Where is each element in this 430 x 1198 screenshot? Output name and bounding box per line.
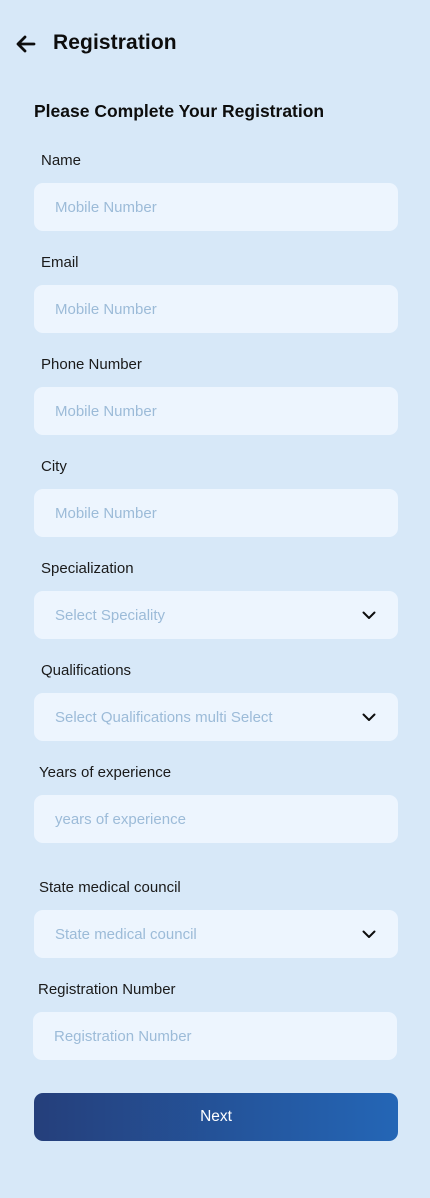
email-label: Email	[41, 254, 79, 271]
phone-placeholder: Mobile Number	[55, 402, 157, 420]
form-heading: Please Complete Your Registration	[34, 101, 325, 121]
specialization-label: Specialization	[41, 560, 134, 577]
name-label: Name	[41, 152, 82, 169]
registration-number-label: Registration Number	[38, 981, 176, 998]
experience-placeholder: years of experience	[55, 810, 186, 828]
name-placeholder: Mobile Number	[55, 198, 157, 216]
phone-label: Phone Number	[41, 356, 142, 373]
email-field[interactable]: Mobile Number	[34, 285, 398, 333]
registration-number-field[interactable]: Registration Number	[33, 1012, 397, 1060]
registration-screen: Registration Please Complete Your Regist…	[0, 0, 430, 1198]
specialization-select[interactable]: Select Speciality	[34, 591, 398, 639]
experience-label: Years of experience	[39, 764, 172, 781]
council-select[interactable]: State medical council	[34, 910, 398, 958]
council-label: State medical council	[39, 879, 181, 896]
specialization-placeholder: Select Speciality	[55, 606, 166, 624]
name-field[interactable]: Mobile Number	[34, 183, 398, 231]
chevron-down-icon	[362, 611, 376, 619]
city-field[interactable]: Mobile Number	[34, 489, 398, 537]
chevron-down-icon	[362, 930, 376, 938]
back-button[interactable]	[12, 30, 40, 58]
page-title: Registration	[53, 31, 177, 54]
arrow-left-icon	[16, 35, 36, 53]
qualifications-placeholder: Select Qualifications multi Select	[55, 708, 273, 726]
email-placeholder: Mobile Number	[55, 300, 157, 318]
top-bar: Registration	[0, 24, 430, 64]
qualifications-select[interactable]: Select Qualifications multi Select	[34, 693, 398, 741]
city-label: City	[41, 458, 67, 475]
council-placeholder: State medical council	[55, 925, 197, 943]
city-placeholder: Mobile Number	[55, 504, 157, 522]
next-button[interactable]: Next	[34, 1093, 398, 1141]
registration-number-placeholder: Registration Number	[54, 1027, 192, 1045]
chevron-down-icon	[362, 713, 376, 721]
qualifications-label: Qualifications	[41, 662, 132, 679]
phone-field[interactable]: Mobile Number	[34, 387, 398, 435]
experience-field[interactable]: years of experience	[34, 795, 398, 843]
